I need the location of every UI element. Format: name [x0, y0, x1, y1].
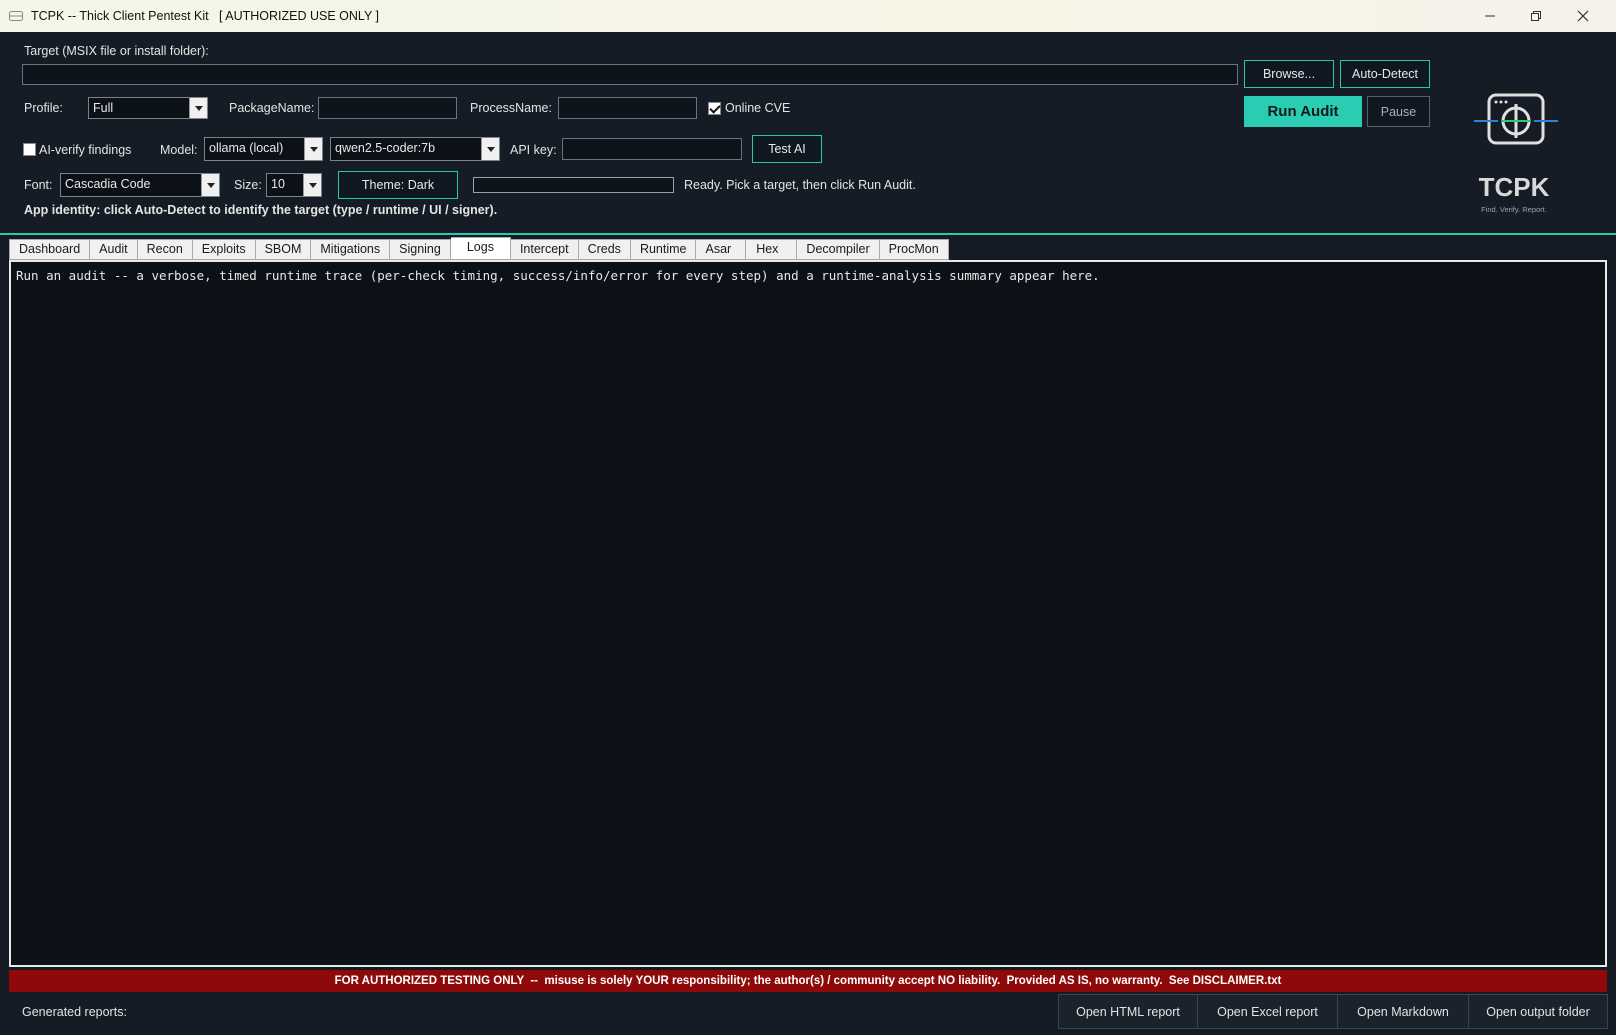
tab-logs[interactable]: Logs — [450, 237, 511, 260]
model-label: Model: — [160, 143, 198, 157]
control-panel: Target (MSIX file or install folder): Br… — [0, 32, 1616, 235]
api-key-input[interactable] — [562, 138, 742, 160]
logo-brand: TCPK — [1478, 172, 1550, 202]
tab-sbom[interactable]: SBOM — [255, 239, 312, 260]
auto-detect-button[interactable]: Auto-Detect — [1340, 60, 1430, 88]
target-window-icon — [1474, 93, 1558, 145]
disclaimer-banner: FOR AUTHORIZED TESTING ONLY -- misuse is… — [9, 970, 1607, 992]
profile-label: Profile: — [24, 101, 63, 115]
generated-reports-label: Generated reports: — [22, 1005, 127, 1019]
profile-value: Full — [93, 101, 114, 115]
minimize-icon — [1485, 15, 1495, 17]
tab-mitigations[interactable]: Mitigations — [311, 239, 391, 260]
restore-button[interactable] — [1513, 0, 1559, 32]
close-icon — [1577, 10, 1589, 22]
package-name-input[interactable] — [318, 97, 457, 119]
font-value: Cascadia Code — [65, 177, 151, 191]
size-value: 10 — [271, 177, 285, 191]
size-select[interactable]: 10 — [266, 173, 322, 197]
package-name-label: PackageName: — [229, 101, 315, 115]
test-ai-button[interactable]: Test AI — [752, 135, 822, 163]
target-label: Target (MSIX file or install folder): — [24, 44, 209, 58]
tcpk-logo: TCPK Find. Verify. Report. — [1474, 92, 1564, 222]
tab-intercept[interactable]: Intercept — [510, 239, 579, 260]
tab-creds[interactable]: Creds — [578, 239, 631, 260]
model-name-value: qwen2.5-coder:7b — [335, 141, 436, 155]
tab-asar[interactable]: Asar — [696, 239, 747, 260]
tab-hex[interactable]: Hex — [746, 239, 798, 260]
pause-button[interactable]: Pause — [1367, 96, 1430, 127]
tab-recon[interactable]: Recon — [137, 239, 193, 260]
tab-decompiler[interactable]: Decompiler — [797, 239, 880, 260]
ai-verify-label: AI-verify findings — [39, 143, 132, 157]
tab-strip: Dashboard Audit Recon Exploits SBOM Miti… — [9, 237, 949, 260]
bottom-bar: Generated reports: Open HTML report Open… — [0, 993, 1616, 1035]
model-provider-value: ollama (local) — [209, 141, 284, 155]
chevron-down-icon — [201, 174, 219, 196]
font-select[interactable]: Cascadia Code — [60, 173, 220, 197]
model-name-select[interactable]: qwen2.5-coder:7b — [330, 137, 500, 161]
tab-exploits[interactable]: Exploits — [192, 239, 256, 260]
minimize-button[interactable] — [1467, 0, 1513, 32]
model-provider-select[interactable]: ollama (local) — [204, 137, 323, 161]
app-icon — [9, 11, 23, 21]
api-key-label: API key: — [510, 143, 557, 157]
status-text: Ready. Pick a target, then click Run Aud… — [684, 178, 916, 192]
size-label: Size: — [234, 178, 262, 192]
progress-bar — [473, 177, 674, 193]
profile-select[interactable]: Full — [88, 97, 208, 119]
theme-toggle-button[interactable]: Theme: Dark — [338, 171, 458, 199]
process-name-label: ProcessName: — [470, 101, 552, 115]
ai-verify-checkbox[interactable] — [23, 143, 36, 156]
open-markdown-button[interactable]: Open Markdown — [1337, 994, 1469, 1029]
run-audit-button[interactable]: Run Audit — [1244, 96, 1362, 127]
app-identity-text: App identity: click Auto-Detect to ident… — [24, 203, 498, 217]
browse-button[interactable]: Browse... — [1244, 60, 1334, 88]
tab-signing[interactable]: Signing — [390, 239, 451, 260]
tab-audit[interactable]: Audit — [90, 239, 138, 260]
logo-tagline: Find. Verify. Report. — [1481, 205, 1547, 214]
open-output-folder-button[interactable]: Open output folder — [1468, 994, 1608, 1029]
chevron-down-icon — [304, 138, 322, 160]
chevron-down-icon — [481, 138, 499, 160]
close-button[interactable] — [1560, 0, 1606, 32]
tab-dashboard[interactable]: Dashboard — [9, 239, 91, 260]
title-bar: TCPK -- Thick Client Pentest Kit [ AUTHO… — [0, 0, 1616, 32]
online-cve-label: Online CVE — [725, 101, 791, 115]
tab-runtime[interactable]: Runtime — [630, 239, 697, 260]
restore-icon — [1531, 11, 1541, 21]
font-label: Font: — [24, 178, 53, 192]
process-name-input[interactable] — [558, 97, 697, 119]
log-output[interactable]: Run an audit -- a verbose, timed runtime… — [9, 260, 1607, 967]
chevron-down-icon — [189, 98, 207, 118]
open-excel-report-button[interactable]: Open Excel report — [1197, 994, 1338, 1029]
open-html-report-button[interactable]: Open HTML report — [1058, 994, 1198, 1029]
tab-procmon[interactable]: ProcMon — [879, 239, 949, 260]
chevron-down-icon — [303, 174, 321, 196]
target-input[interactable] — [22, 64, 1238, 85]
log-text: Run an audit -- a verbose, timed runtime… — [16, 268, 1100, 283]
window-title: TCPK -- Thick Client Pentest Kit [ AUTHO… — [31, 9, 380, 23]
online-cve-checkbox[interactable] — [708, 102, 721, 115]
